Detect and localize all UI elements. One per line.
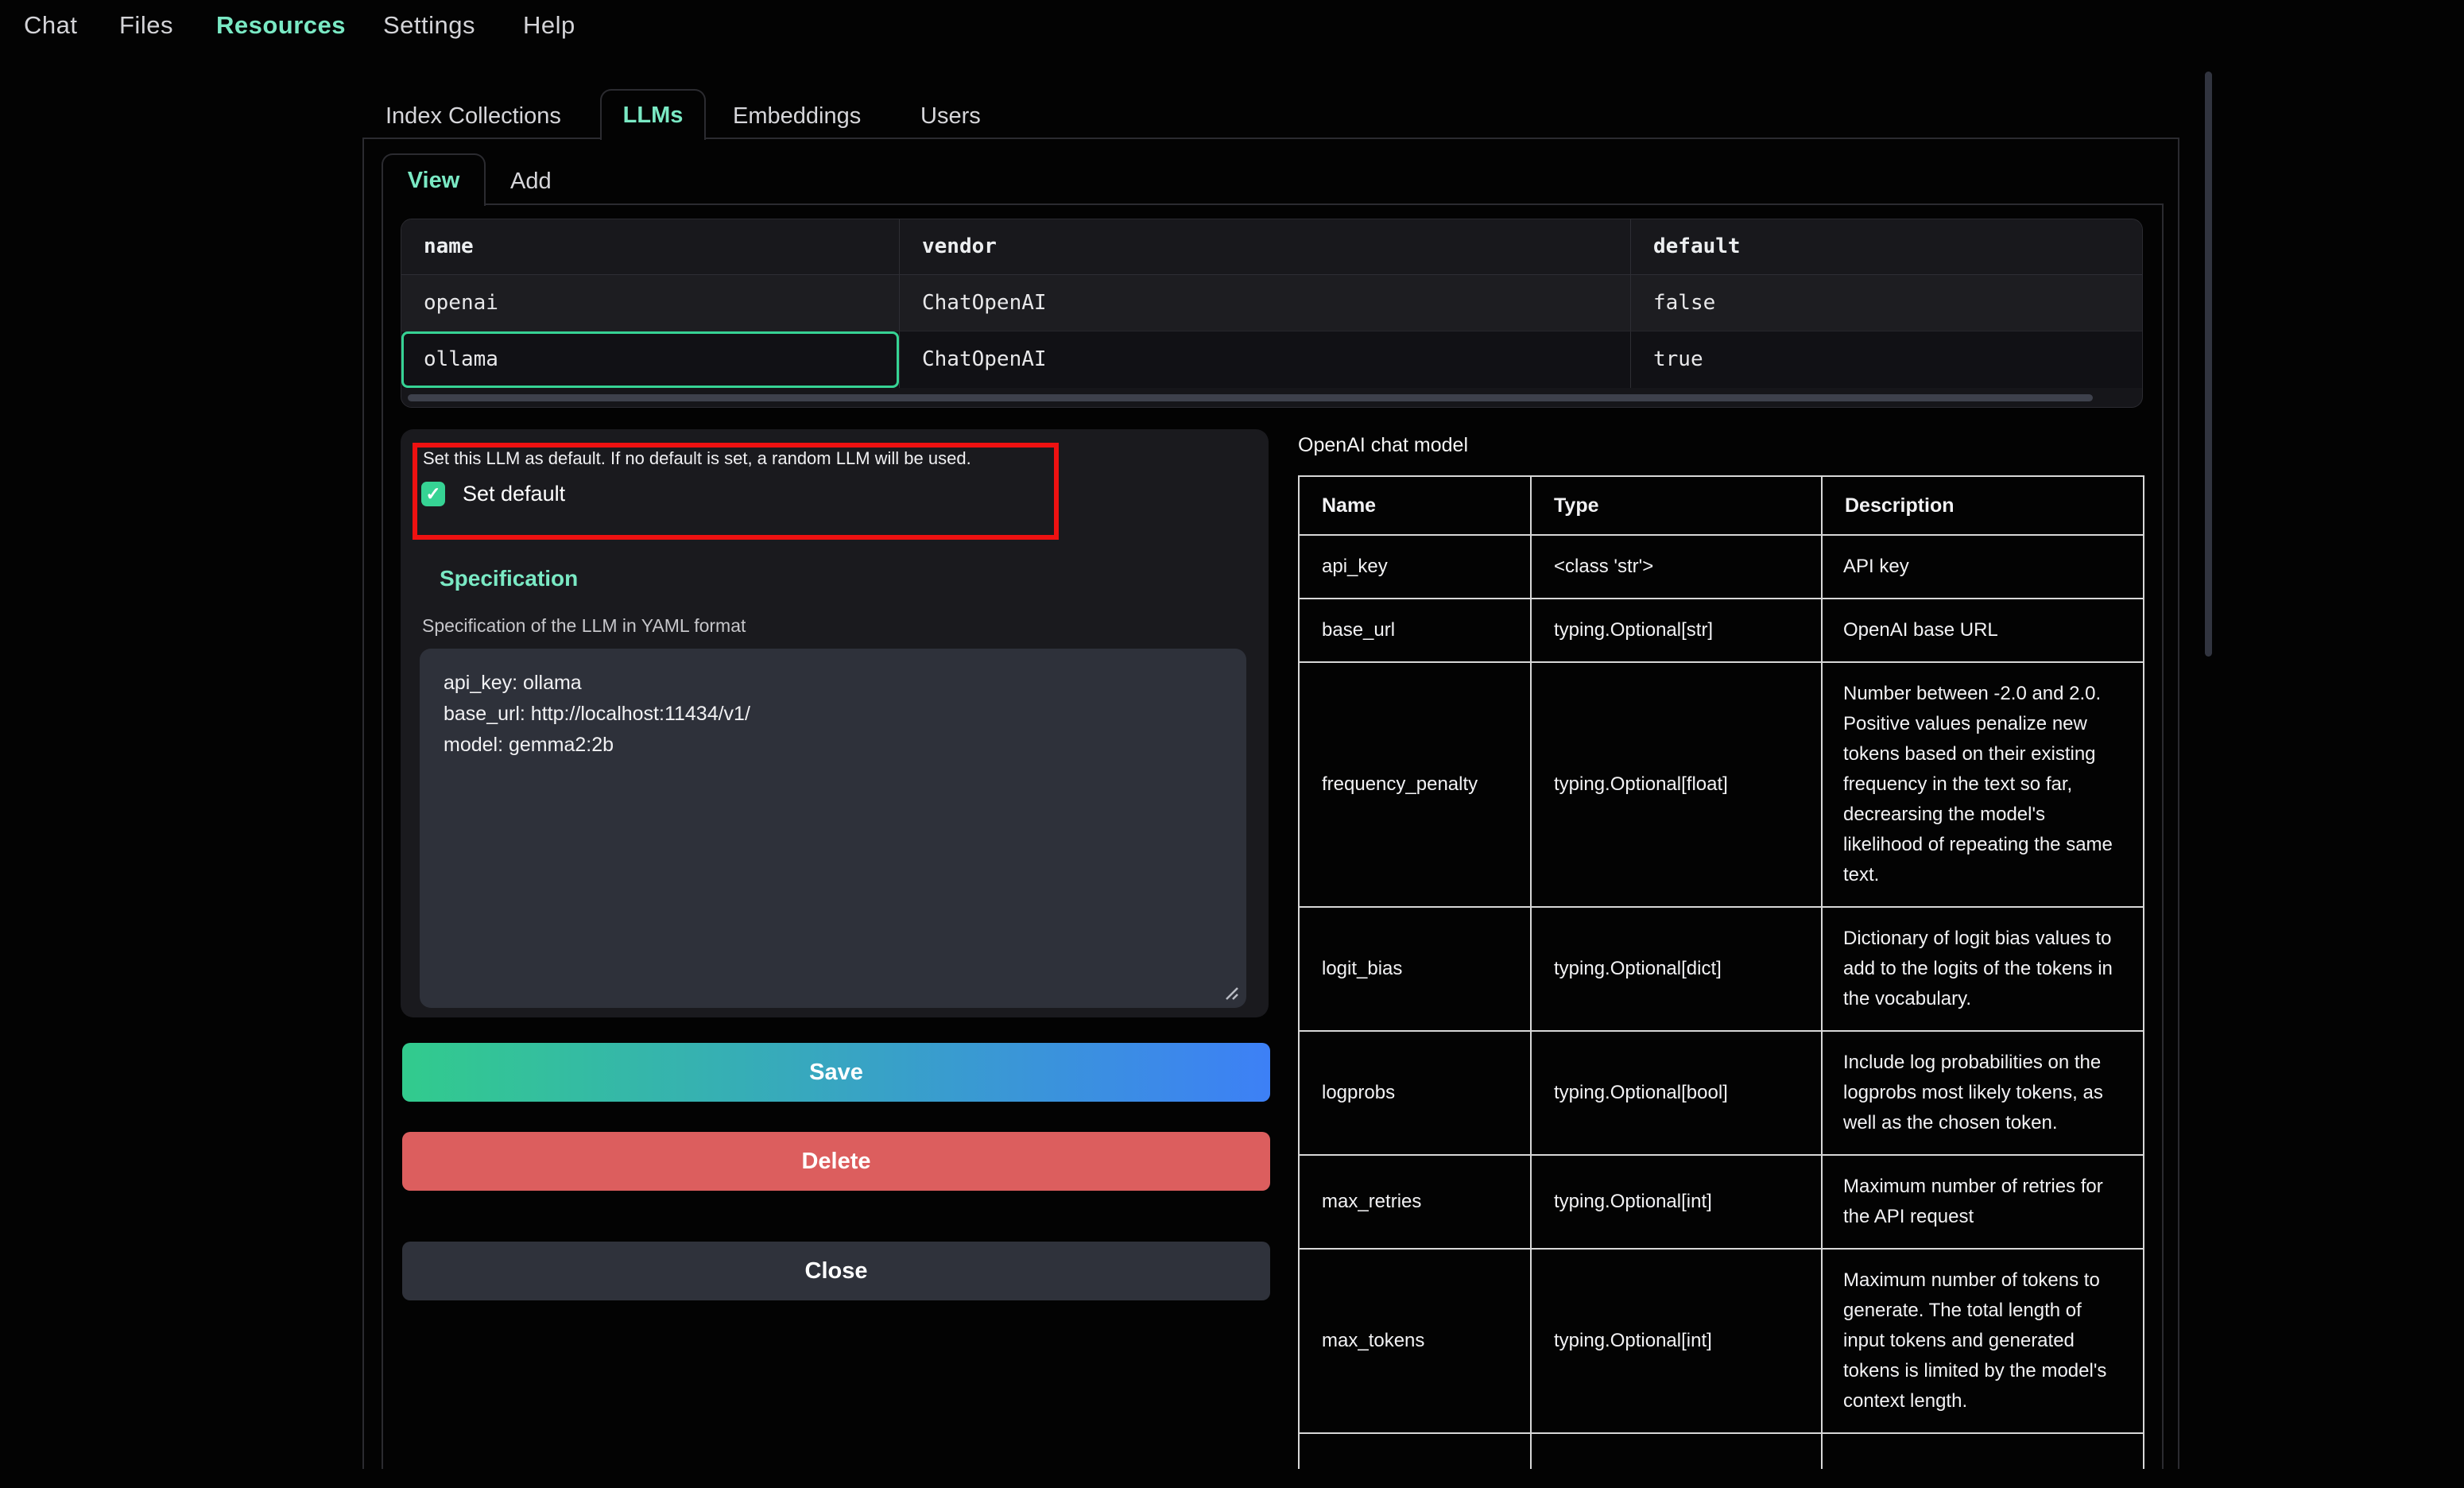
delete-button[interactable]: Delete xyxy=(402,1132,1270,1191)
model-column-description: Description xyxy=(1822,476,2144,535)
subtab-view-label: View xyxy=(408,168,460,194)
model-table-row: api_key<class 'str'>API key xyxy=(1299,535,2144,599)
tab-llms-label: LLMs xyxy=(623,103,684,129)
resize-handle-icon[interactable] xyxy=(1219,981,1240,1002)
model-name-cell: logprobs xyxy=(1299,1031,1531,1155)
model-column-name: Name xyxy=(1299,476,1531,535)
model-column-type: Type xyxy=(1531,476,1822,535)
model-name-cell: max_tokens xyxy=(1299,1249,1531,1433)
nav-item-help[interactable]: Help xyxy=(523,11,575,40)
horizontal-scrollbar-thumb[interactable] xyxy=(408,394,2093,401)
model-name-cell: max_retries xyxy=(1299,1155,1531,1249)
model-description-cell: API key xyxy=(1822,535,2144,599)
subtab-view[interactable]: View xyxy=(382,153,486,206)
specification-yaml-input[interactable]: api_key: ollama base_url: http://localho… xyxy=(420,649,1246,1008)
nav-item-files[interactable]: Files xyxy=(119,11,173,40)
model-info-table: Name Type Description api_key<class 'str… xyxy=(1298,475,2144,1469)
model-description-cell: OpenAI base URL xyxy=(1822,599,2144,662)
llm-table-rows: openaiChatOpenAIfalseollamaChatOpenAItru… xyxy=(401,275,2142,388)
table-cell[interactable]: ChatOpenAI xyxy=(899,275,1630,331)
model-description-cell: Maximum number of retries for the API re… xyxy=(1822,1155,2144,1249)
tab-llms[interactable]: LLMs xyxy=(600,89,706,140)
model-description-cell: Include log probabilities on the logprob… xyxy=(1822,1031,2144,1155)
table-row[interactable]: ollamaChatOpenAItrue xyxy=(401,331,2142,388)
model-table-header-row: Name Type Description xyxy=(1299,476,2144,535)
llm-table-header: name vendor default xyxy=(401,219,2142,275)
model-type-cell: typing.Optional[dict] xyxy=(1531,907,1822,1031)
set-default-label: Set default xyxy=(463,482,565,506)
nav-item-resources[interactable]: Resources xyxy=(216,11,346,40)
llm-column-name: name xyxy=(401,219,899,274)
table-cell[interactable]: false xyxy=(1630,275,2142,331)
table-row[interactable]: openaiChatOpenAIfalse xyxy=(401,275,2142,331)
model-type-cell: <class 'str'> xyxy=(1531,535,1822,599)
set-default-checkbox[interactable]: ✓ xyxy=(421,482,445,506)
check-icon: ✓ xyxy=(425,485,440,503)
model-table-body: api_key<class 'str'>API keybase_urltypin… xyxy=(1299,535,2144,1469)
close-button[interactable]: Close xyxy=(402,1242,1270,1300)
set-default-help-text: Set this LLM as default. If no default i… xyxy=(423,448,971,469)
tab-index-collections[interactable]: Index Collections xyxy=(385,103,561,130)
tab-users[interactable]: Users xyxy=(920,103,981,130)
model-type-cell: typing.Optional[int] xyxy=(1531,1249,1822,1433)
model-name-cell: api_key xyxy=(1299,535,1531,599)
model-type-cell: typing.Optional[int] xyxy=(1531,1155,1822,1249)
llm-column-default: default xyxy=(1630,219,2142,274)
model-table-row: logprobstyping.Optional[bool]Include log… xyxy=(1299,1031,2144,1155)
table-cell[interactable]: true xyxy=(1630,331,2142,388)
llm-column-vendor: vendor xyxy=(899,219,1630,274)
nav-item-chat[interactable]: Chat xyxy=(24,11,77,40)
model-description-cell: Number between -2.0 and 2.0. Positive va… xyxy=(1822,662,2144,907)
model-name-cell: frequency_penalty xyxy=(1299,662,1531,907)
table-cell[interactable]: openai xyxy=(401,275,899,331)
model-table-row: base_urltyping.Optional[str]OpenAI base … xyxy=(1299,599,2144,662)
model-name-cell: logit_bias xyxy=(1299,907,1531,1031)
model-table-row: max_tokenstyping.Optional[int]Maximum nu… xyxy=(1299,1249,2144,1433)
llm-detail-card: Set this LLM as default. If no default i… xyxy=(401,429,1269,1017)
set-default-row: ✓ Set default xyxy=(421,482,565,506)
model-type-cell: typing.Optional[bool] xyxy=(1531,1031,1822,1155)
specification-description: Specification of the LLM in YAML format xyxy=(422,615,746,637)
table-cell[interactable]: ChatOpenAI xyxy=(899,331,1630,388)
model-info-title: OpenAI chat model xyxy=(1298,434,1468,457)
model-description-cell: Dictionary of logit bias values to add t… xyxy=(1822,907,2144,1031)
specification-heading: Specification xyxy=(440,566,578,591)
save-button[interactable]: Save xyxy=(402,1043,1270,1102)
model-type-cell: typing.Optional[str] xyxy=(1531,599,1822,662)
model-name-cell: base_url xyxy=(1299,599,1531,662)
table-cell[interactable]: ollama xyxy=(401,331,899,388)
llm-table: name vendor default openaiChatOpenAIfals… xyxy=(401,219,2143,408)
nav-item-settings[interactable]: Settings xyxy=(383,11,475,40)
model-table-row: max_retriestyping.Optional[int]Maximum n… xyxy=(1299,1155,2144,1249)
model-table-row: frequency_penaltytyping.Optional[float]N… xyxy=(1299,662,2144,907)
app-window: Chat Files Resources Settings Help Index… xyxy=(0,0,2464,1488)
subtab-add[interactable]: Add xyxy=(510,169,552,195)
model-description-cell: Maximum number of tokens to generate. Th… xyxy=(1822,1249,2144,1433)
model-type-cell: typing.Optional[float] xyxy=(1531,662,1822,907)
model-info-section: OpenAI chat model Name Type Description … xyxy=(1298,429,2180,1469)
model-table-row-partial xyxy=(1299,1433,2144,1469)
model-table-row: logit_biastyping.Optional[dict]Dictionar… xyxy=(1299,907,2144,1031)
tab-embeddings[interactable]: Embeddings xyxy=(733,103,861,130)
vertical-scrollbar-thumb[interactable] xyxy=(2205,72,2212,657)
